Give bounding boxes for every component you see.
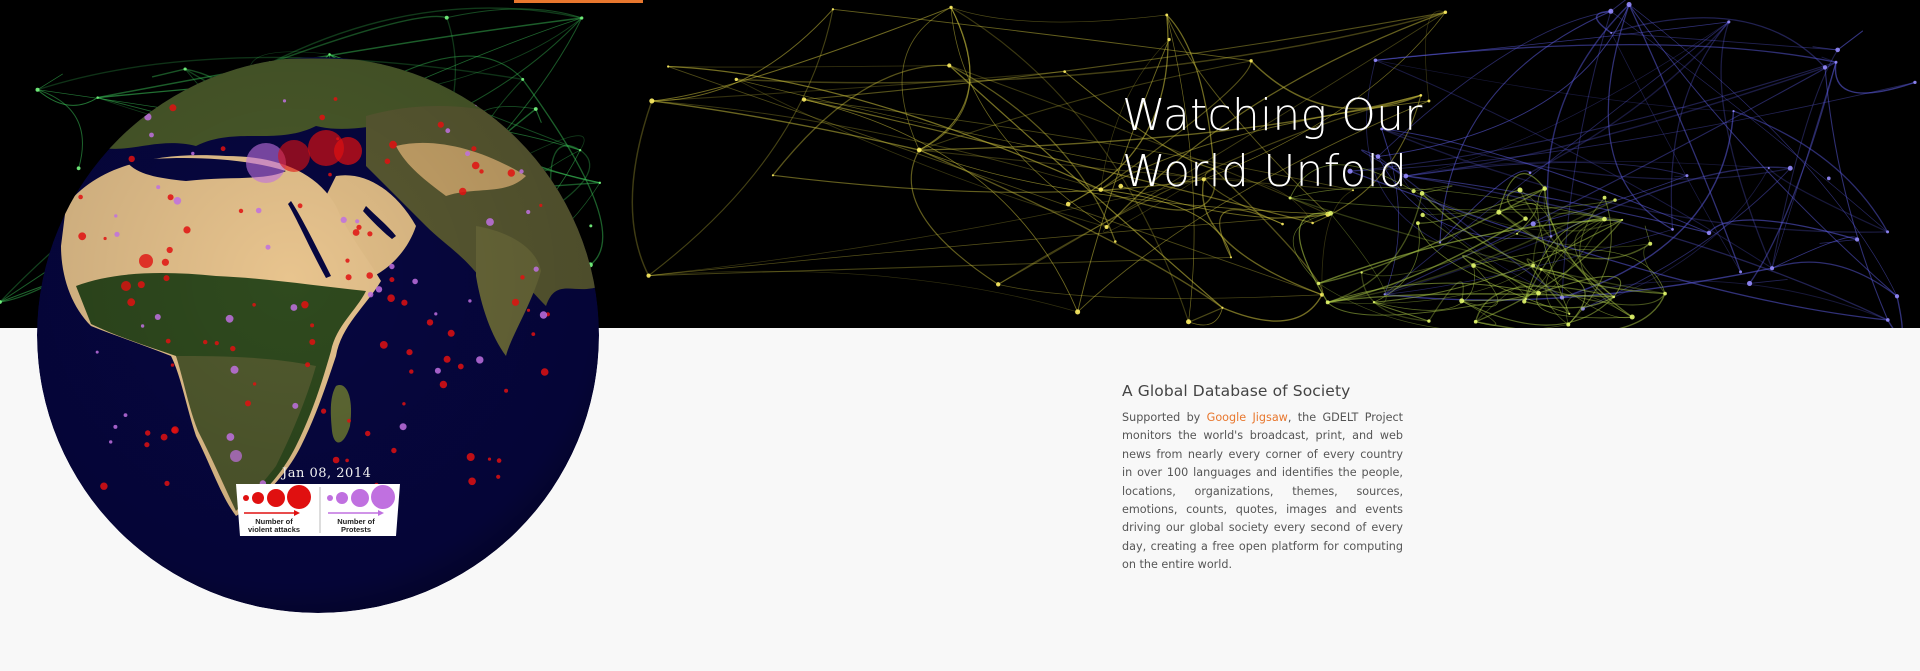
about-paragraph: Supported by Google Jigsaw, the GDELT Pr…	[1122, 409, 1403, 575]
legend-attack-circle-1	[243, 495, 249, 501]
globe-date-label: Jan 08, 2014	[282, 466, 372, 481]
legend-protest-circle-2	[336, 492, 348, 504]
legend-attack-circle-3	[267, 489, 285, 507]
active-tab-indicator	[514, 0, 643, 3]
about-text-body: , the GDELT Project monitors the world's…	[1122, 411, 1404, 572]
about-heading: A Global Database of Society	[1122, 382, 1351, 400]
hero-title-line-1: Watching Our	[1122, 90, 1423, 141]
legend-protests-label: Number of Protests	[337, 517, 375, 534]
about-section: A Global Database of Society Supported b…	[1122, 382, 1403, 575]
legend-attack-circle-2	[252, 492, 264, 504]
about-text-intro: Supported by	[1122, 411, 1207, 424]
globe-legend: Number of violent attacks Number of Prot…	[234, 484, 402, 536]
page: Watching Our World Unfold Jan 08, 2014 N…	[0, 0, 1920, 671]
legend-protest-circle-1	[327, 495, 333, 501]
legend-protest-circle-3	[351, 489, 369, 507]
globe-visualization: Jan 08, 2014 Number of violent attacks N…	[36, 56, 600, 614]
hero-title-line-2: World Unfold	[1122, 146, 1408, 197]
legend-protest-circle-4	[371, 485, 395, 509]
legend-attacks-label: Number of violent attacks	[247, 517, 301, 534]
legend-attack-circle-4	[287, 485, 311, 509]
hero-title: Watching Our World Unfold	[1122, 88, 1482, 200]
google-jigsaw-link[interactable]: Google Jigsaw	[1207, 411, 1288, 424]
